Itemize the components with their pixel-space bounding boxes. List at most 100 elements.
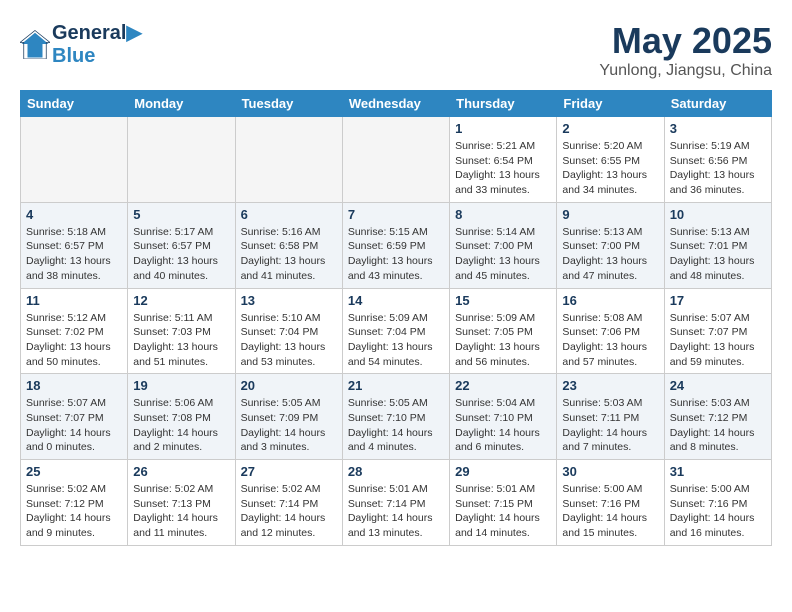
calendar-cell: 5 Sunrise: 5:17 AM Sunset: 6:57 PM Daylig… [128,202,235,288]
calendar-cell: 30 Sunrise: 5:00 AM Sunset: 7:16 PM Dayli… [557,460,664,546]
calendar-cell: 17 Sunrise: 5:07 AM Sunset: 7:07 PM Dayli… [664,288,771,374]
calendar-cell: 18Sunrise: 5:07 AM Sunset: 7:07 PM Dayli… [21,374,128,460]
day-info: Sunrise: 5:09 AM Sunset: 7:05 PM Dayligh… [455,311,551,370]
day-info: Sunrise: 5:19 AM Sunset: 6:56 PM Dayligh… [670,139,766,198]
day-number: 6 [241,207,337,222]
calendar-cell: 7 Sunrise: 5:15 AM Sunset: 6:59 PM Daylig… [342,202,449,288]
day-info: Sunrise: 5:00 AM Sunset: 7:16 PM Dayligh… [670,482,766,541]
day-number: 26 [133,464,229,479]
calendar-cell: 16Sunrise: 5:08 AM Sunset: 7:06 PM Dayli… [557,288,664,374]
day-info: Sunrise: 5:02 AM Sunset: 7:12 PM Dayligh… [26,482,122,541]
day-number: 29 [455,464,551,479]
location: Yunlong, Jiangsu, China [599,62,772,80]
calendar-cell: 8Sunrise: 5:14 AM Sunset: 7:00 PM Daylig… [450,202,557,288]
calendar-cell [21,117,128,203]
calendar-table: SundayMondayTuesdayWednesdayThursdayFrid… [20,90,772,546]
calendar-cell: 10 Sunrise: 5:13 AM Sunset: 7:01 PM Dayli… [664,202,771,288]
day-info: Sunrise: 5:03 AM Sunset: 7:11 PM Dayligh… [562,396,658,455]
calendar-cell: 1Sunrise: 5:21 AM Sunset: 6:54 PM Daylig… [450,117,557,203]
calendar-cell: 13 Sunrise: 5:10 AM Sunset: 7:04 PM Dayli… [235,288,342,374]
day-number: 22 [455,378,551,393]
day-number: 24 [670,378,766,393]
calendar-header: SundayMondayTuesdayWednesdayThursdayFrid… [21,91,772,117]
day-number: 7 [348,207,444,222]
calendar-body: 1Sunrise: 5:21 AM Sunset: 6:54 PM Daylig… [21,117,772,546]
day-info: Sunrise: 5:07 AM Sunset: 7:07 PM Dayligh… [670,311,766,370]
day-number: 31 [670,464,766,479]
day-number: 15 [455,293,551,308]
day-number: 9 [562,207,658,222]
day-number: 17 [670,293,766,308]
day-info: Sunrise: 5:15 AM Sunset: 6:59 PM Dayligh… [348,225,444,284]
day-info: Sunrise: 5:03 AM Sunset: 7:12 PM Dayligh… [670,396,766,455]
day-info: Sunrise: 5:13 AM Sunset: 7:00 PM Dayligh… [562,225,658,284]
day-info: Sunrise: 5:07 AM Sunset: 7:07 PM Dayligh… [26,396,122,455]
day-number: 1 [455,121,551,136]
calendar-cell: 4 Sunrise: 5:18 AM Sunset: 6:57 PM Daylig… [21,202,128,288]
calendar-week-row: 18Sunrise: 5:07 AM Sunset: 7:07 PM Dayli… [21,374,772,460]
calendar-cell: 26 Sunrise: 5:02 AM Sunset: 7:13 PM Dayli… [128,460,235,546]
calendar-cell: 29 Sunrise: 5:01 AM Sunset: 7:15 PM Dayli… [450,460,557,546]
day-info: Sunrise: 5:14 AM Sunset: 7:00 PM Dayligh… [455,225,551,284]
day-number: 10 [670,207,766,222]
calendar-header-row: SundayMondayTuesdayWednesdayThursdayFrid… [21,91,772,117]
day-of-week-header: Sunday [21,91,128,117]
day-number: 4 [26,207,122,222]
day-info: Sunrise: 5:05 AM Sunset: 7:09 PM Dayligh… [241,396,337,455]
calendar-week-row: 11 Sunrise: 5:12 AM Sunset: 7:02 PM Dayli… [21,288,772,374]
calendar-cell: 25 Sunrise: 5:02 AM Sunset: 7:12 PM Dayli… [21,460,128,546]
calendar-cell: 12Sunrise: 5:11 AM Sunset: 7:03 PM Dayli… [128,288,235,374]
day-of-week-header: Tuesday [235,91,342,117]
day-info: Sunrise: 5:05 AM Sunset: 7:10 PM Dayligh… [348,396,444,455]
day-info: Sunrise: 5:13 AM Sunset: 7:01 PM Dayligh… [670,225,766,284]
calendar-cell: 24 Sunrise: 5:03 AM Sunset: 7:12 PM Dayli… [664,374,771,460]
day-number: 30 [562,464,658,479]
calendar-cell: 9 Sunrise: 5:13 AM Sunset: 7:00 PM Daylig… [557,202,664,288]
calendar-cell: 19 Sunrise: 5:06 AM Sunset: 7:08 PM Dayli… [128,374,235,460]
calendar-cell: 15 Sunrise: 5:09 AM Sunset: 7:05 PM Dayli… [450,288,557,374]
day-info: Sunrise: 5:18 AM Sunset: 6:57 PM Dayligh… [26,225,122,284]
day-info: Sunrise: 5:09 AM Sunset: 7:04 PM Dayligh… [348,311,444,370]
day-info: Sunrise: 5:12 AM Sunset: 7:02 PM Dayligh… [26,311,122,370]
day-info: Sunrise: 5:00 AM Sunset: 7:16 PM Dayligh… [562,482,658,541]
day-of-week-header: Friday [557,91,664,117]
day-info: Sunrise: 5:11 AM Sunset: 7:03 PM Dayligh… [133,311,229,370]
calendar-cell: 11 Sunrise: 5:12 AM Sunset: 7:02 PM Dayli… [21,288,128,374]
logo: General▶ Blue [20,20,142,68]
calendar-cell: 28Sunrise: 5:01 AM Sunset: 7:14 PM Dayli… [342,460,449,546]
day-number: 5 [133,207,229,222]
calendar-week-row: 1Sunrise: 5:21 AM Sunset: 6:54 PM Daylig… [21,117,772,203]
day-number: 3 [670,121,766,136]
calendar-cell: 31 Sunrise: 5:00 AM Sunset: 7:16 PM Dayli… [664,460,771,546]
day-info: Sunrise: 5:02 AM Sunset: 7:13 PM Dayligh… [133,482,229,541]
day-info: Sunrise: 5:17 AM Sunset: 6:57 PM Dayligh… [133,225,229,284]
calendar-cell: 22Sunrise: 5:04 AM Sunset: 7:10 PM Dayli… [450,374,557,460]
day-number: 2 [562,121,658,136]
calendar-week-row: 4 Sunrise: 5:18 AM Sunset: 6:57 PM Daylig… [21,202,772,288]
day-info: Sunrise: 5:06 AM Sunset: 7:08 PM Dayligh… [133,396,229,455]
day-of-week-header: Monday [128,91,235,117]
day-number: 14 [348,293,444,308]
day-number: 28 [348,464,444,479]
calendar-cell: 23 Sunrise: 5:03 AM Sunset: 7:11 PM Dayli… [557,374,664,460]
calendar-cell [235,117,342,203]
day-info: Sunrise: 5:10 AM Sunset: 7:04 PM Dayligh… [241,311,337,370]
day-info: Sunrise: 5:16 AM Sunset: 6:58 PM Dayligh… [241,225,337,284]
calendar-cell: 14 Sunrise: 5:09 AM Sunset: 7:04 PM Dayli… [342,288,449,374]
day-number: 11 [26,293,122,308]
day-number: 13 [241,293,337,308]
day-number: 19 [133,378,229,393]
calendar-cell [128,117,235,203]
day-number: 23 [562,378,658,393]
day-number: 25 [26,464,122,479]
day-info: Sunrise: 5:02 AM Sunset: 7:14 PM Dayligh… [241,482,337,541]
day-info: Sunrise: 5:01 AM Sunset: 7:15 PM Dayligh… [455,482,551,541]
calendar-cell: 3 Sunrise: 5:19 AM Sunset: 6:56 PM Daylig… [664,117,771,203]
calendar-cell: 6 Sunrise: 5:16 AM Sunset: 6:58 PM Daylig… [235,202,342,288]
calendar-cell: 21Sunrise: 5:05 AM Sunset: 7:10 PM Dayli… [342,374,449,460]
day-info: Sunrise: 5:20 AM Sunset: 6:55 PM Dayligh… [562,139,658,198]
day-of-week-header: Saturday [664,91,771,117]
calendar-cell: 20Sunrise: 5:05 AM Sunset: 7:09 PM Dayli… [235,374,342,460]
day-of-week-header: Thursday [450,91,557,117]
month-year: May 2025 [599,20,772,62]
